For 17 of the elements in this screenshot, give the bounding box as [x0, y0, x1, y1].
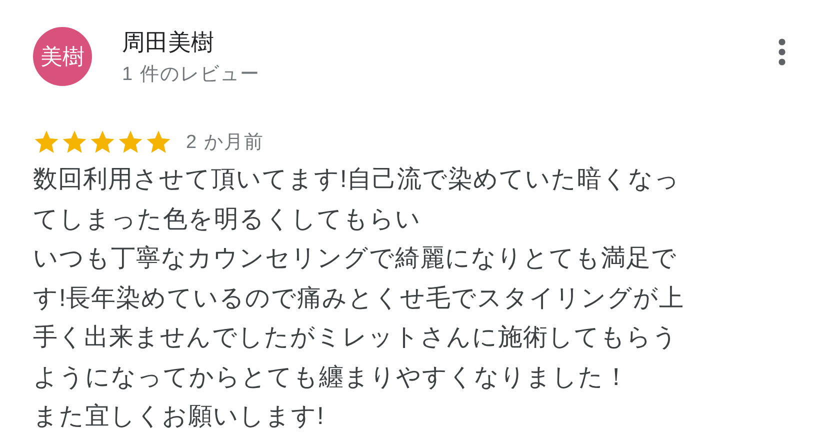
review-text-line: ようになってからとても纏まりやすくなりました！ [33, 362, 630, 392]
review-count: 1 件のレビュー [122, 63, 261, 87]
review-time: 2 か月前 [186, 131, 264, 155]
star-icon [117, 129, 144, 155]
star-icon [61, 129, 88, 155]
star-icon [145, 129, 172, 155]
review-text-line: 手く出来ませんでしたがミレットさんに施術してもらう [33, 323, 679, 353]
more-options-icon[interactable] [778, 38, 786, 66]
review-text-line: 数回利用させて頂いてます!自己流で染めていた暗くなっ [33, 165, 681, 195]
author-name: 周田美樹 [122, 28, 215, 57]
avatar: 美樹 [33, 27, 92, 86]
review-text-line: また宜しくお願いします! [33, 402, 325, 432]
star-icon [33, 129, 60, 155]
review-text-line: てしまった色を明るくしてもらい [33, 204, 422, 234]
review-text-line: す!長年染めているので痛みとくせ毛でスタイリングが上 [33, 284, 685, 314]
review-text-line: いつも丁寧なカウンセリングで綺麗になりとても満足で [33, 244, 678, 274]
star-icon [89, 129, 116, 155]
